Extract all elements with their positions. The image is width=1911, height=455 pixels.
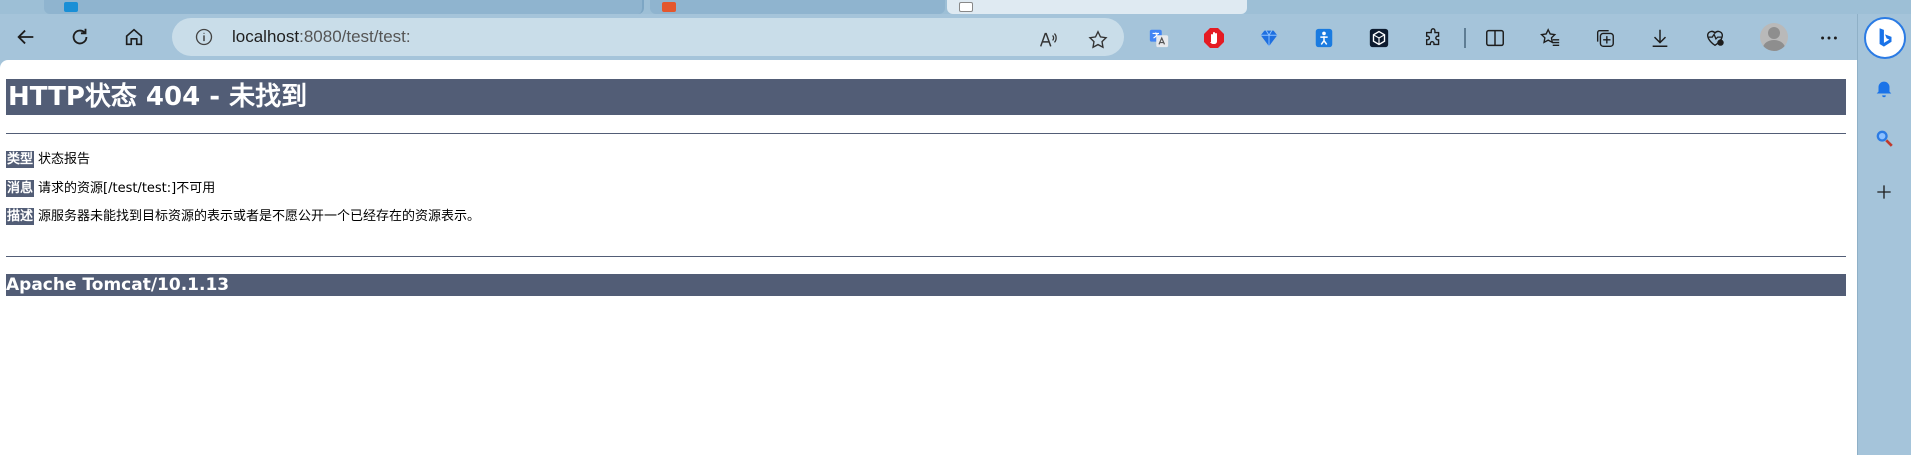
- sidebar-search-button[interactable]: [1870, 124, 1898, 152]
- collections-icon: [1596, 29, 1614, 47]
- toolbar-separator: [1464, 28, 1466, 48]
- favorites-icon: [1540, 28, 1560, 47]
- read-aloud-button[interactable]: [1032, 24, 1064, 56]
- type-value: 状态报告: [38, 152, 91, 167]
- info-icon[interactable]: [194, 27, 214, 47]
- favorites-button[interactable]: [1537, 25, 1563, 51]
- profile-avatar[interactable]: [1760, 23, 1788, 51]
- diamond-extension-button[interactable]: [1256, 25, 1282, 51]
- cube-extension-button[interactable]: [1366, 25, 1392, 51]
- address-path: :8080/test/test:: [299, 27, 411, 46]
- tab-favicon: [959, 2, 973, 12]
- bell-icon: [1876, 81, 1892, 98]
- tab-2[interactable]: [650, 0, 945, 14]
- translate-extension-icon: [1149, 29, 1169, 48]
- downloads-icon: [1652, 29, 1668, 47]
- divider-top: [6, 133, 1846, 134]
- adblock-extension-button[interactable]: [1201, 25, 1227, 51]
- favorite-star-icon: [1088, 30, 1108, 49]
- address-url[interactable]: localhost:8080/test/test:: [232, 27, 411, 47]
- message-label: 消息: [6, 180, 35, 197]
- accessibility-extension-icon: [1315, 28, 1333, 48]
- message-value: 请求的资源[/test/test:]不可用: [38, 181, 216, 196]
- downloads-button[interactable]: [1647, 25, 1673, 51]
- avatar-body: [1763, 40, 1785, 51]
- split-screen-button[interactable]: [1482, 25, 1508, 51]
- collections-button[interactable]: [1592, 25, 1618, 51]
- notifications-button[interactable]: [1870, 74, 1898, 102]
- server-footer: Apache Tomcat/10.1.13: [6, 274, 1846, 296]
- bing-copilot-icon: [1879, 28, 1892, 47]
- back-button[interactable]: [10, 21, 42, 53]
- sidebar-add-button[interactable]: [1870, 178, 1898, 206]
- tab-favicon: [64, 2, 78, 12]
- browser-toolbar: localhost:8080/test/test:: [0, 14, 1860, 60]
- tab-1[interactable]: [44, 0, 644, 14]
- description-row: 描述 源服务器未能找到目标资源的表示或者是不愿公开一个已经存在的资源表示。: [6, 208, 480, 226]
- adblock-extension-icon: [1204, 28, 1224, 48]
- search-icon: [1876, 130, 1893, 147]
- cube-extension-icon: [1369, 28, 1389, 48]
- accessibility-extension-button[interactable]: [1311, 25, 1337, 51]
- type-row: 类型 状态报告: [6, 151, 90, 169]
- refresh-icon: [72, 28, 88, 45]
- split-screen-icon: [1486, 29, 1504, 47]
- more-menu-button[interactable]: [1816, 25, 1842, 51]
- page-viewport: HTTP状态 404 - 未找到 类型 状态报告 消息 请求的资源[/test/te…: [0, 60, 1857, 455]
- translate-extension-button[interactable]: [1146, 25, 1172, 51]
- refresh-button[interactable]: [64, 21, 96, 53]
- page-title: HTTP状态 404 - 未找到: [6, 79, 1846, 115]
- description-label: 描述: [6, 208, 35, 225]
- add-icon: [1877, 185, 1891, 199]
- home-button[interactable]: [118, 21, 150, 53]
- read-aloud-icon: [1039, 32, 1057, 47]
- more-menu-icon: [1821, 36, 1837, 40]
- divider-bottom: [6, 256, 1846, 257]
- browser-essentials-icon: [1706, 30, 1724, 47]
- back-icon: [17, 29, 34, 45]
- puzzle-extensions-icon: [1425, 28, 1440, 46]
- address-bar[interactable]: localhost:8080/test/test:: [172, 18, 1124, 56]
- tab-active[interactable]: [947, 0, 1247, 14]
- description-value: 源服务器未能找到目标资源的表示或者是不愿公开一个已经存在的资源表示。: [38, 209, 481, 224]
- bing-copilot-button[interactable]: [1864, 17, 1906, 59]
- home-icon: [125, 28, 143, 46]
- browser-essentials-button[interactable]: [1702, 25, 1728, 51]
- avatar-head: [1768, 27, 1780, 39]
- extensions-button[interactable]: [1421, 25, 1447, 51]
- address-host: localhost: [232, 27, 300, 46]
- tab-favicon: [662, 2, 676, 12]
- type-label: 类型: [6, 151, 35, 168]
- message-row: 消息 请求的资源[/test/test:]不可用: [6, 180, 215, 198]
- add-favorite-button[interactable]: [1082, 24, 1114, 56]
- diamond-extension-icon: [1260, 30, 1278, 47]
- tab-strip: [0, 0, 1911, 14]
